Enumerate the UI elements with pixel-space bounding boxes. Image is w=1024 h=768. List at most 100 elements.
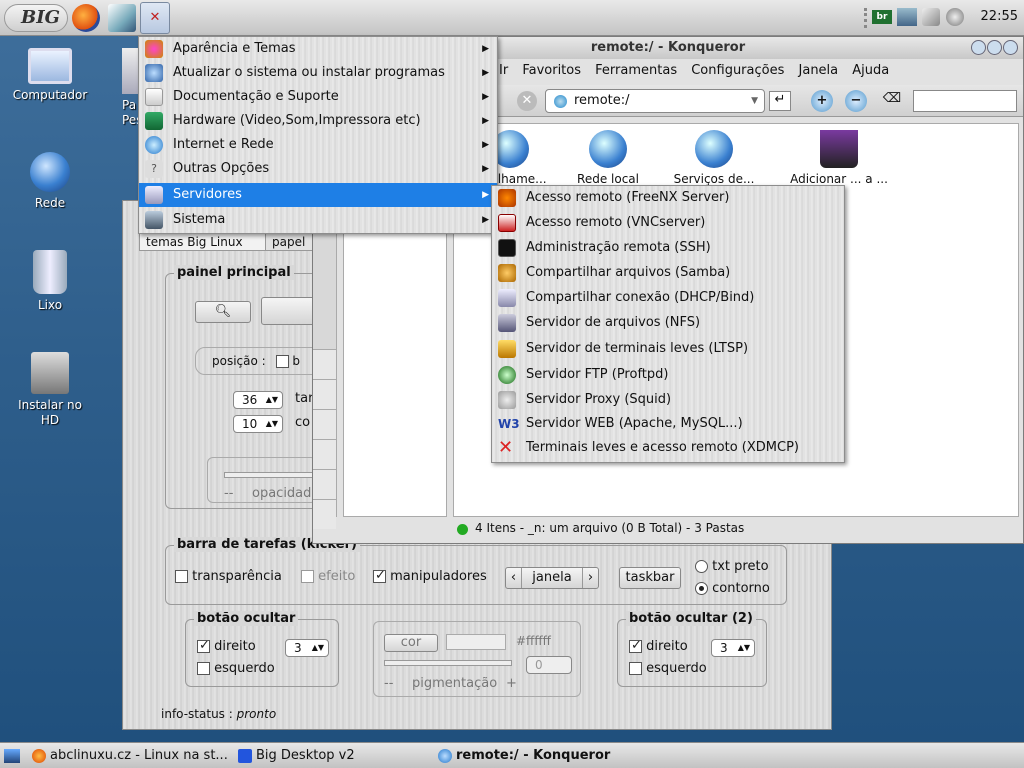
submenu-item-vnc[interactable]: Acesso remoto (VNCserver) [492, 211, 844, 235]
direito2-option[interactable]: direito [629, 638, 688, 654]
location-value: remote:/ [574, 93, 630, 108]
sidebar-tab-services-icon[interactable] [313, 499, 336, 529]
menu-ferramentas[interactable]: Ferramentas [595, 63, 677, 78]
menu-ir[interactable]: Ir [499, 63, 508, 78]
pigmentacao-spinbox[interactable]: 0 [526, 656, 572, 674]
tamanho-spinbox[interactable]: 36 ▲▼ [233, 391, 283, 409]
submenu-item-xdmcp[interactable]: ✕ Terminais leves e acesso remoto (XDMCP) [492, 436, 844, 460]
manipuladores-checkbox[interactable] [373, 568, 386, 583]
volume-tray-icon[interactable] [946, 8, 964, 26]
menu-item-servidores[interactable]: Servidores ▶ [139, 183, 497, 207]
sidebar-tab-history-icon[interactable] [313, 379, 336, 409]
janela-selector[interactable]: ‹ janela › [505, 567, 599, 589]
usb-tray-icon[interactable] [922, 8, 940, 26]
big-linux-menu-button[interactable]: BIG [4, 4, 68, 32]
task-konqueror[interactable]: remote:/ - Konqueror [436, 746, 646, 766]
ocultar2-spinbox[interactable]: 3 ▲▼ [711, 639, 755, 657]
clear-location-icon[interactable]: ✕ [517, 91, 537, 111]
taskbar-button[interactable]: taskbar [619, 567, 681, 589]
desktop-icon-computador[interactable]: Computador [4, 48, 96, 103]
location-input[interactable]: remote:/ ▼ [545, 89, 765, 113]
submenu-item-samba[interactable]: Compartilhar arquivos (Samba) [492, 261, 844, 285]
sidebar-tab-network-icon[interactable] [313, 469, 336, 499]
close-button[interactable] [1003, 40, 1018, 55]
txt-preto-option[interactable]: txt preto [695, 559, 769, 574]
logo-button[interactable] [261, 297, 317, 325]
submenu-item-web[interactable]: W3 Servidor WEB (Apache, MySQL...) [492, 412, 844, 436]
esquerdo-option[interactable]: esquerdo [197, 661, 275, 676]
pigmentacao-slider[interactable] [384, 660, 512, 666]
zoom-in-icon[interactable]: + [811, 90, 833, 112]
go-button[interactable]: ↵ [769, 91, 791, 111]
ocultar-spinbox[interactable]: 3 ▲▼ [285, 639, 329, 657]
location-dropdown-icon[interactable]: ▼ [751, 90, 758, 112]
search-input[interactable] [913, 90, 1017, 112]
menu-item-internet[interactable]: Internet e Rede ▶ [139, 133, 497, 157]
posicao-checkbox[interactable] [275, 355, 289, 368]
manipuladores-option[interactable]: manipuladores [373, 568, 487, 584]
menu-item-aparencia[interactable]: Aparência e Temas ▶ [139, 37, 497, 61]
tab-temas[interactable]: temas Big Linux [139, 233, 271, 251]
maximize-button[interactable] [987, 40, 1002, 55]
esquerdo2-option[interactable]: esquerdo [629, 661, 707, 676]
network-tray-icon[interactable] [897, 8, 917, 26]
submenu-item-dhcp[interactable]: Compartilhar conexão (DHCP/Bind) [492, 286, 844, 310]
sidebar-tab-home-icon[interactable] [313, 409, 336, 439]
desktop-icon-instalar[interactable]: Instalar no HD [4, 352, 96, 428]
direito-option[interactable]: direito [197, 638, 256, 654]
menu-item-hardware[interactable]: Hardware (Video,Som,Impressora etc) ▶ [139, 109, 497, 133]
cor-spinbox[interactable]: 10 ▲▼ [233, 415, 283, 433]
tab-papel[interactable]: papel [265, 233, 313, 251]
task-firefox[interactable]: abclinuxu.cz - Linux na st... [30, 746, 230, 766]
search-button[interactable]: 🔍︎ [195, 301, 251, 323]
sidebar-tab-media-icon[interactable] [313, 439, 336, 469]
file-item[interactable]: Adicionar ... a ... [780, 130, 898, 186]
menu-ajuda[interactable]: Ajuda [852, 63, 889, 78]
sidebar-tab-folder-icon[interactable] [313, 349, 336, 379]
menu-item-documentacao[interactable]: Documentação e Suporte ▶ [139, 85, 497, 109]
menu-item-atualizar[interactable]: Atualizar o sistema ou instalar programa… [139, 61, 497, 85]
esquerdo-checkbox[interactable] [197, 662, 210, 675]
submenu-item-ssh[interactable]: Administração remota (SSH) [492, 236, 844, 260]
direito-label: direito [214, 639, 256, 654]
submenu-item-squid[interactable]: Servidor Proxy (Squid) [492, 388, 844, 412]
zoom-out-icon[interactable]: − [845, 90, 867, 112]
system-icon [145, 211, 163, 229]
task-bigdesktop[interactable]: Big Desktop v2 [236, 746, 426, 766]
efeito-checkbox[interactable] [301, 570, 314, 583]
contorno-radio[interactable] [695, 582, 708, 595]
submenu-item-ltsp[interactable]: Servidor de terminais leves (LTSP) [492, 337, 844, 361]
direito-checkbox[interactable] [197, 638, 210, 653]
menu-item-sistema[interactable]: Sistema ▶ [139, 208, 497, 232]
desktop-icon-rede[interactable]: Rede [4, 152, 96, 211]
menu-favoritos[interactable]: Favoritos [522, 63, 581, 78]
efeito-option[interactable]: efeito [301, 569, 355, 584]
file-item[interactable]: Rede local [560, 130, 656, 186]
submenu-item-ftp[interactable]: Servidor FTP (Proftpd) [492, 363, 844, 387]
clock[interactable]: 22:55 [981, 9, 1018, 24]
show-desktop-icon[interactable] [4, 749, 20, 763]
status-text: 4 Itens - _n: um arquivo (0 B Total) - 3… [475, 521, 745, 535]
txt-preto-radio[interactable] [695, 560, 708, 573]
cor-button[interactable]: cor [384, 634, 438, 652]
tools-launcher-button[interactable]: ✕ [140, 2, 170, 34]
submenu-item-nfs[interactable]: Servidor de arquivos (NFS) [492, 311, 844, 335]
menu-item-outras[interactable]: ? Outras Opções ▶ [139, 157, 497, 181]
keyboard-layout-badge[interactable]: br [872, 10, 892, 24]
minimize-button[interactable] [971, 40, 986, 55]
contorno-option[interactable]: contorno [695, 581, 770, 596]
file-item[interactable]: Serviços de... [666, 130, 762, 186]
submenu-item-freenx[interactable]: Acesso remoto (FreeNX Server) [492, 186, 844, 210]
opacidade-slider[interactable] [224, 472, 314, 478]
transparencia-checkbox[interactable] [175, 570, 188, 583]
direito2-checkbox[interactable] [629, 638, 642, 653]
esquerdo2-checkbox[interactable] [629, 662, 642, 675]
clear-search-icon[interactable]: ⌫ [881, 91, 903, 111]
menu-configuracoes[interactable]: Configurações [691, 63, 784, 78]
transparencia-option[interactable]: transparência [175, 569, 282, 584]
menu-janela[interactable]: Janela [799, 63, 839, 78]
cor-swatch[interactable] [446, 634, 506, 650]
desktop-icon-lixo[interactable]: Lixo [4, 250, 96, 313]
firefox-icon[interactable] [72, 4, 100, 32]
home-folder-icon[interactable] [108, 4, 136, 32]
